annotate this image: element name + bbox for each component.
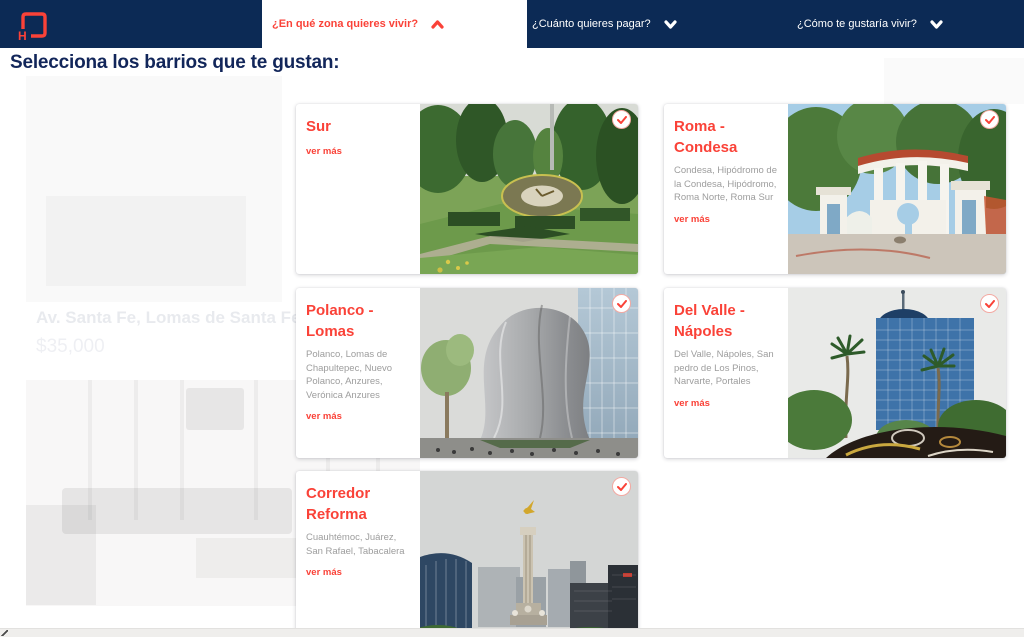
check-circle-icon[interactable] <box>612 110 631 129</box>
museo-soumaya-image <box>420 288 638 458</box>
ver-mas-link[interactable]: ver más <box>674 214 710 225</box>
angel-de-la-independencia-image <box>420 471 638 637</box>
parque-mexico-pergola-image <box>788 104 1006 274</box>
ver-mas-link[interactable]: ver más <box>306 146 342 157</box>
card-title: Sur <box>306 116 410 137</box>
chevron-down-icon <box>930 20 943 29</box>
tab-lifestyle-question[interactable]: ¿Cómo te gustaría vivir? <box>797 0 943 48</box>
check-circle-icon[interactable] <box>980 110 999 129</box>
faded-listing-price: $35,000 <box>36 336 105 358</box>
page-title: Selecciona los barrios que te gustan: <box>10 52 339 74</box>
card-text-panel: Corredor Reforma Cuauhtémoc, Juárez, San… <box>296 471 420 637</box>
card-title: Del Valle - Nápoles <box>674 300 778 342</box>
horizontal-scrollbar[interactable] <box>0 628 1024 637</box>
faded-listing-photo <box>26 76 282 302</box>
faded-page-fragment <box>884 58 1024 104</box>
card-description: Cuauhtémoc, Juárez, San Rafael, Tabacale… <box>306 531 410 558</box>
ver-mas-link[interactable]: ver más <box>306 567 342 578</box>
chevron-down-icon <box>664 20 677 29</box>
card-text-panel: Del Valle - Nápoles Del Valle, Nápoles, … <box>664 288 788 458</box>
top-nav-bar: H ¿En qué zona quieres vivir? ¿Cuánto qu… <box>0 0 1024 48</box>
faded-listing-title: Av. Santa Fe, Lomas de Santa Fe <box>36 308 301 328</box>
tab-price-question[interactable]: ¿Cuánto quieres pagar? <box>532 0 677 48</box>
homie-logo[interactable]: H <box>16 8 48 42</box>
tab-price-label: ¿Cuánto quieres pagar? <box>532 18 651 30</box>
card-title: Polanco - Lomas <box>306 300 410 342</box>
card-description: Del Valle, Nápoles, San pedro de Los Pin… <box>674 348 778 389</box>
tab-zone-label: ¿En qué zona quieres vivir? <box>272 18 418 30</box>
card-title: Roma - Condesa <box>674 116 778 158</box>
tab-zone-question[interactable]: ¿En qué zona quieres vivir? <box>262 0 527 48</box>
check-circle-icon[interactable] <box>612 294 631 313</box>
card-text-panel: Polanco - Lomas Polanco, Lomas de Chapul… <box>296 288 420 458</box>
wtc-tower-mural-image <box>788 288 1006 458</box>
card-description: Condesa, Hipódromo de la Condesa, Hipódr… <box>674 164 778 205</box>
chevron-up-icon <box>431 20 444 29</box>
card-text-panel: Roma - Condesa Condesa, Hipódromo de la … <box>664 104 788 274</box>
check-circle-icon[interactable] <box>980 294 999 313</box>
scrollbar-left-mark <box>1 630 8 636</box>
ver-mas-link[interactable]: ver más <box>674 398 710 409</box>
tab-lifestyle-label: ¿Cómo te gustaría vivir? <box>797 18 917 30</box>
neighborhood-card-delvalle-napoles[interactable]: Del Valle - Nápoles Del Valle, Nápoles, … <box>664 288 1006 458</box>
parque-hundido-floral-clock-image <box>420 104 638 274</box>
neighborhood-card-roma-condesa[interactable]: Roma - Condesa Condesa, Hipódromo de la … <box>664 104 1006 274</box>
neighborhood-selection-page: Av. Santa Fe, Lomas de Santa Fe $35,000 … <box>0 0 1024 637</box>
svg-text:H: H <box>18 29 27 42</box>
ver-mas-link[interactable]: ver más <box>306 411 342 422</box>
card-description: Polanco, Lomas de Chapultepec, Nuevo Pol… <box>306 348 410 402</box>
neighborhood-card-polanco-lomas[interactable]: Polanco - Lomas Polanco, Lomas de Chapul… <box>296 288 638 458</box>
card-text-panel: Sur ver más <box>296 104 420 274</box>
card-title: Corredor Reforma <box>306 483 410 525</box>
neighborhood-card-corredor-reforma[interactable]: Corredor Reforma Cuauhtémoc, Juárez, San… <box>296 471 638 637</box>
neighborhood-card-sur[interactable]: Sur ver más <box>296 104 638 274</box>
check-circle-icon[interactable] <box>612 477 631 496</box>
